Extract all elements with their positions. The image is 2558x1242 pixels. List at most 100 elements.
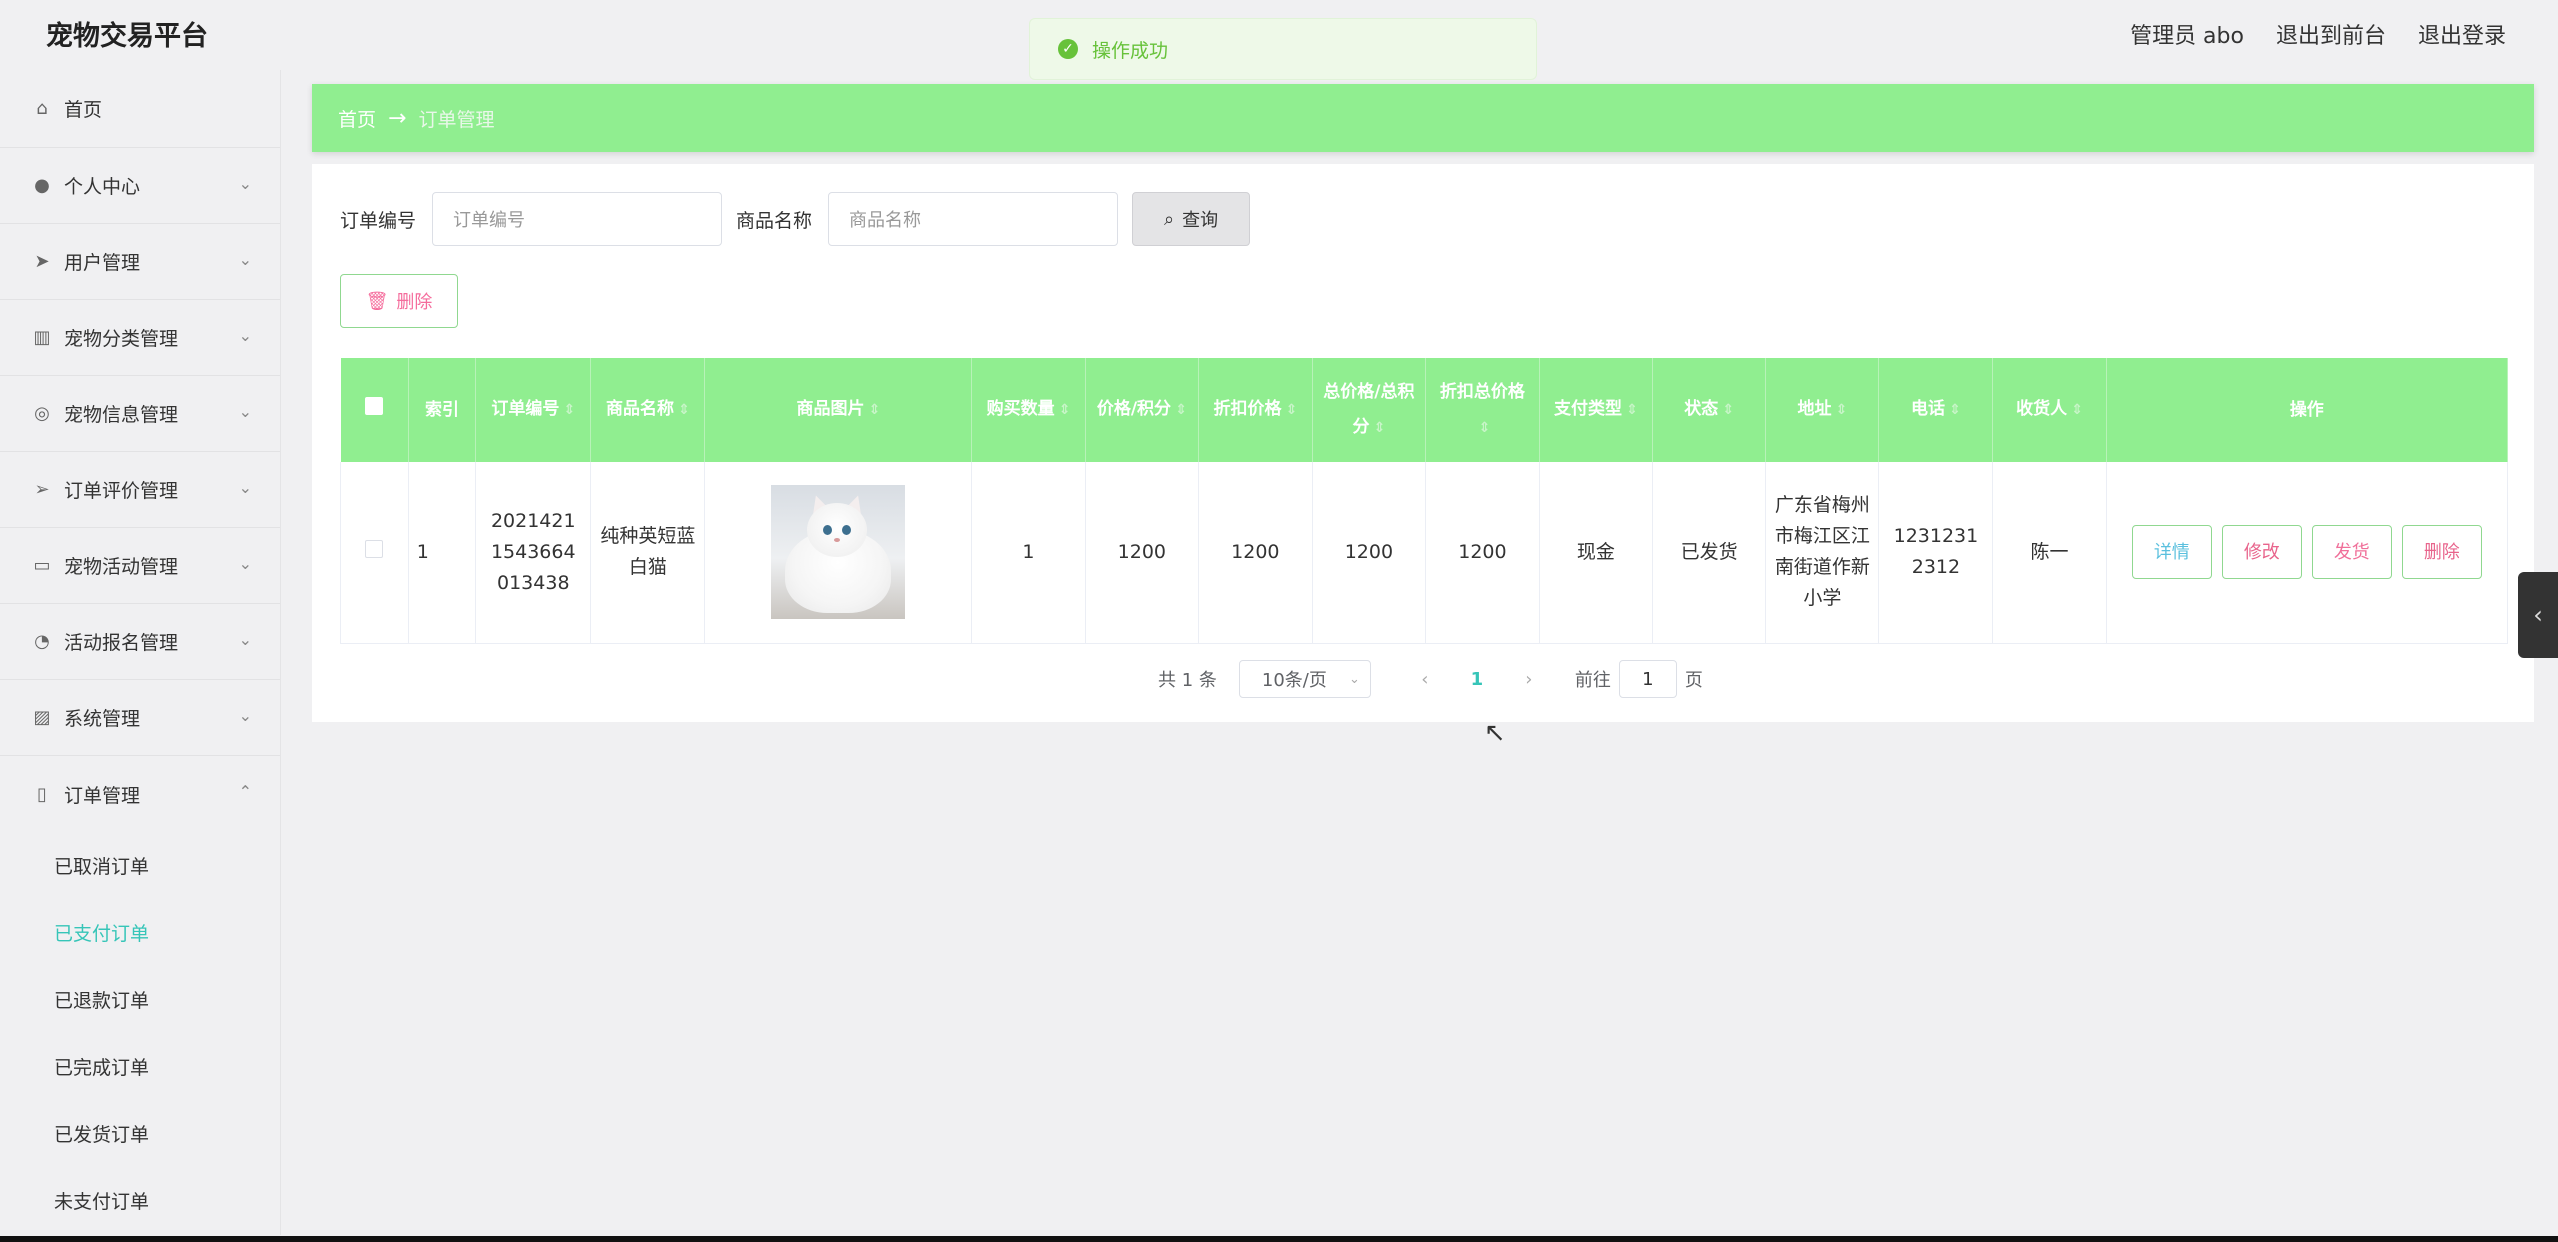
col-pay-type[interactable]: 支付类型 ⇕ [1539, 358, 1653, 462]
sub-item-shipped[interactable]: 已发货订单 [0, 1100, 280, 1167]
gauge-icon: ◔ [34, 631, 50, 652]
pagination: 共 1 条 10条/页 ⌄ ‹ 1 › 前往 1 页 [1158, 660, 1703, 698]
col-address[interactable]: 地址 ⇕ [1765, 358, 1880, 462]
col-quantity[interactable]: 购买数量 ⇕ [971, 358, 1086, 462]
col-actions: 操作 [2106, 358, 2509, 462]
logout-link[interactable]: 退出登录 [2418, 18, 2506, 50]
cell-receiver: 陈一 [1992, 462, 2107, 644]
sidebar-item-label: 宠物分类管理 [64, 328, 179, 350]
sub-item-completed[interactable]: 已完成订单 [0, 1033, 280, 1100]
page-jump: 前往 1 页 [1575, 660, 1703, 698]
next-page-button[interactable]: › [1509, 669, 1549, 690]
goto-label: 前往 [1574, 670, 1611, 691]
cell-address: 广东省梅州市梅江区江南街道作新小学 [1765, 462, 1880, 644]
sidebar-item-pet-category[interactable]: ▥ 宠物分类管理 ⌄ [0, 300, 280, 376]
admin-user-label[interactable]: 管理员 abo [2130, 18, 2244, 50]
prev-page-button[interactable]: ‹ [1405, 669, 1445, 690]
arrow-right-icon: → [388, 105, 407, 131]
back-to-front-link[interactable]: 退出到前台 [2276, 18, 2386, 50]
cell-discount-total: 1200 [1425, 462, 1540, 644]
sidebar-item-pet-activity[interactable]: ▭ 宠物活动管理 ⌄ [0, 528, 280, 604]
chevron-down-icon: ⌄ [238, 706, 252, 725]
collapse-tab-chevron-left-icon[interactable]: ‹ [2518, 572, 2558, 658]
ship-button[interactable]: 发货 [2311, 525, 2392, 580]
breadcrumb-home[interactable]: 首页 [338, 105, 376, 132]
col-discount-total[interactable]: 折扣总价格⇕ [1425, 358, 1540, 462]
brand-title: 宠物交易平台 [46, 21, 208, 52]
sidebar-item-order-review[interactable]: ➢ 订单评价管理 ⌄ [0, 452, 280, 528]
page-size-select[interactable]: 10条/页 ⌄ [1238, 660, 1371, 698]
check-circle-icon: ✓ [1058, 39, 1078, 59]
sidebar-item-label: 系统管理 [64, 708, 141, 730]
goods-name-label: 商品名称 [736, 209, 813, 232]
search-bar: 订单编号 订单编号 商品名称 商品名称 ⌕ 查询 [340, 192, 1251, 246]
sidebar-item-users[interactable]: ➤ 用户管理 ⌄ [0, 224, 280, 300]
col-phone[interactable]: 电话 ⇕ [1878, 358, 1994, 462]
detail-button[interactable]: 详情 [2131, 525, 2212, 580]
orders-table: 索引 订单编号 ⇕ 商品名称 ⇕ 商品图片 ⇕ 购买数量 ⇕ 价格/积分 ⇕ 折扣价格 ⇕ … [340, 358, 2509, 644]
query-button[interactable]: ⌕ 查询 [1132, 192, 1251, 246]
cell-goods-image [704, 462, 973, 644]
sidebar: ⌂ 首页 ● 个人中心 ⌄ ➤ 用户管理 ⌄ ▥ 宠物分类管理 ⌄ ◎ 宠物信息… [0, 70, 281, 1235]
page-unit-label: 页 [1684, 670, 1703, 691]
col-total[interactable]: 总价格/总积分 ⇕ [1312, 358, 1427, 462]
sidebar-item-label: 首页 [64, 99, 103, 121]
chart-icon: ▥ [33, 327, 51, 348]
batch-delete-label: 删除 [396, 292, 433, 313]
sidebar-item-orders[interactable]: ▯ 订单管理 ⌃ [0, 756, 280, 832]
bottom-edge [0, 1236, 2558, 1242]
sidebar-item-label: 个人中心 [64, 176, 141, 198]
phone-icon: ▯ [37, 783, 47, 805]
sub-item-paid[interactable]: 已支付订单 [0, 899, 280, 966]
col-discount-price[interactable]: 折扣价格 ⇕ [1198, 358, 1313, 462]
goods-name-input[interactable]: 商品名称 [828, 192, 1119, 246]
sidebar-item-label: 订单管理 [64, 784, 141, 807]
sidebar-item-system[interactable]: ▨ 系统管理 ⌄ [0, 680, 280, 756]
select-all-checkbox[interactable] [365, 396, 384, 415]
col-goods-image[interactable]: 商品图片 ⇕ [704, 358, 973, 462]
select-all-header[interactable] [340, 358, 409, 462]
circle-icon: ◎ [34, 403, 50, 424]
sub-item-unpaid[interactable]: 未支付订单 [0, 1167, 280, 1234]
batch-delete-button[interactable]: 🗑 删除 [340, 274, 458, 328]
col-status[interactable]: 状态 ⇕ [1652, 358, 1767, 462]
page-jump-input[interactable]: 1 [1618, 660, 1677, 698]
order-no-input[interactable]: 订单编号 [432, 192, 723, 246]
cell-phone: 1231231 2312 [1878, 462, 1994, 644]
chat-icon: ▭ [33, 555, 51, 576]
cell-order-no: 2021421 1543664 013438 [475, 462, 592, 644]
table-header-row: 索引 订单编号 ⇕ 商品名称 ⇕ 商品图片 ⇕ 购买数量 ⇕ 价格/积分 ⇕ 折扣价格 ⇕ … [340, 358, 2509, 462]
cell-pay-type: 现金 [1539, 462, 1653, 644]
cell-price: 1200 [1085, 462, 1200, 644]
edit-button[interactable]: 修改 [2221, 525, 2302, 580]
sidebar-item-activity-signup[interactable]: ◔ 活动报名管理 ⌄ [0, 604, 280, 680]
sub-item-refunded[interactable]: 已退款订单 [0, 966, 280, 1033]
table-row: 1 2021421 1543664 013438 纯种英短蓝白猫 1 1200 … [340, 462, 2509, 644]
cell-goods-name: 纯种英短蓝白猫 [590, 462, 706, 644]
cell-quantity: 1 [971, 462, 1086, 644]
col-receiver[interactable]: 收货人 ⇕ [1992, 358, 2107, 462]
sidebar-item-label: 宠物信息管理 [64, 404, 179, 426]
sidebar-item-label: 宠物活动管理 [64, 556, 179, 578]
page-number-1[interactable]: 1 [1445, 669, 1509, 690]
chevron-down-icon: ⌄ [238, 326, 252, 345]
sidebar-item-personal[interactable]: ● 个人中心 ⌄ [0, 148, 280, 224]
sidebar-item-pet-info[interactable]: ◎ 宠物信息管理 ⌄ [0, 376, 280, 452]
sidebar-item-home[interactable]: ⌂ 首页 [0, 70, 280, 148]
col-order-no[interactable]: 订单编号 ⇕ [475, 358, 592, 462]
cell-actions: 详情 修改 发货 删除 [2106, 462, 2509, 644]
row-delete-button[interactable]: 删除 [2401, 525, 2482, 580]
chevron-down-icon: ⌄ [238, 554, 252, 573]
col-price[interactable]: 价格/积分 ⇕ [1085, 358, 1200, 462]
col-goods-name[interactable]: 商品名称 ⇕ [590, 358, 706, 462]
chevron-down-icon: ⌄ [238, 250, 252, 269]
cat-photo[interactable] [771, 485, 906, 620]
sub-item-cancelled[interactable]: 已取消订单 [0, 832, 280, 899]
mouse-cursor-icon: ↖ [1484, 718, 1506, 748]
user-icon: ● [34, 175, 50, 196]
trend-icon: ▨ [33, 707, 51, 728]
home-icon: ⌂ [36, 98, 48, 119]
row-checkbox[interactable] [365, 539, 384, 558]
chevron-down-icon: ⌄ [238, 478, 252, 497]
row-select-cell[interactable] [340, 462, 409, 644]
